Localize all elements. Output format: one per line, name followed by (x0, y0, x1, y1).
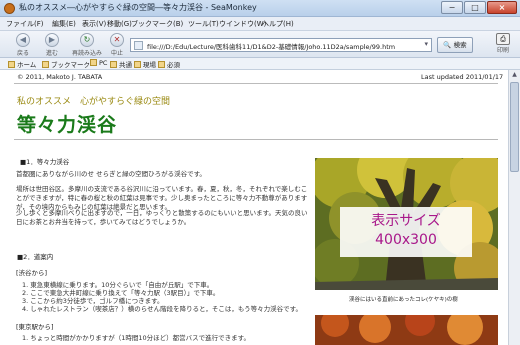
tokyo-route-list: 1. ちょっと時間がかかりますが（1時間10分ほど）都営バスで進行できます。 (22, 334, 250, 342)
menu-edit[interactable]: 編集(E) (52, 19, 76, 29)
minimize-button[interactable]: − (441, 1, 463, 14)
list-item: 1. 東急東横線に乗ります。10分ぐらいで「自由が丘駅」で下車。 (22, 281, 214, 289)
close-button[interactable]: × (487, 1, 517, 14)
subheading-from-tokyo: [東京駅から] (16, 323, 54, 331)
scroll-up-arrow-icon[interactable]: ▲ (510, 71, 519, 81)
stop-label: 中止 (110, 50, 123, 57)
navigation-toolbar: ◀ 戻る ▶ 進む ↻ 再読み込み ✕ 中止 file:///D:/Edu/Le… (0, 31, 520, 58)
maximize-button[interactable]: □ (464, 1, 486, 14)
paragraph-walk: 少し歩くと多摩川べりに出ますので，一日，ゆっくりと散策するのにもいいと思います。… (16, 209, 308, 226)
url-text[interactable]: file:///D:/Edu/Lecture/医科歯科11/D1&D2-基礎情報… (147, 41, 395, 51)
search-label: 検索 (453, 41, 467, 49)
forward-arrow-icon: ▶ (45, 33, 59, 47)
menu-bookmarks[interactable]: ブックマーク(B) (131, 19, 183, 29)
search-button[interactable]: 🔍 検索 (437, 37, 473, 53)
paragraph-location: 場所は世田谷区。多摩川の支流である谷沢川に沿っています。春，夏，秋，冬，それぞれ… (16, 185, 308, 211)
menu-bar: ファイル(F) 編集(E) 表示(V) 移動(G) ブックマーク(B) ツール(… (0, 17, 520, 31)
list-item: 4. しゃれたレストラン（喫茶店？）横のらせん階段を降りると，そこは，もう等々力… (22, 305, 303, 313)
autumn-photo-graphic (315, 315, 498, 345)
bookmark-home[interactable]: ホーム (8, 59, 36, 69)
menu-view[interactable]: 表示(V) (82, 19, 106, 29)
section-heading-1: ■1．等々力渓谷 (20, 158, 70, 166)
subheading-from-shibuya: [渋谷から] (16, 269, 48, 277)
photo-caption: 渓谷にはいる直前にあったコレ(ケヤキ)の樹 (349, 297, 458, 303)
menu-help[interactable]: ヘルプ(H) (262, 19, 294, 29)
last-updated-text: Last updated 2011/01/17 (421, 73, 504, 81)
page-title: 等々力渓谷 (17, 114, 118, 136)
home-icon (8, 61, 15, 68)
bookmark-bookmarks[interactable]: ブックマーク (42, 59, 90, 69)
autumn-leaves-photo (315, 315, 498, 345)
page-content[interactable]: © 2011, Makoto J. TABATA Last updated 20… (0, 70, 508, 345)
section-heading-2: ■2．道案内 (17, 253, 54, 261)
bookmark-pc[interactable]: PC (90, 59, 107, 67)
paragraph-intro: 首都圏にありながら川のせ せらぎと緑の空間ひろがる渓谷です。 (16, 170, 206, 178)
display-size-label: 表示サイズ (371, 213, 441, 229)
back-label: 戻る (16, 50, 29, 57)
bookmark-home-label: ホーム (17, 61, 37, 69)
back-button[interactable]: ◀ 戻る (10, 33, 36, 57)
shibuya-route-list: 1. 東急東横線に乗ります。10分ぐらいで「自由が丘駅」で下車。 2. ここで東… (22, 281, 302, 313)
bookmark-common-label: 共通 (119, 61, 132, 69)
page-icon (134, 41, 143, 50)
vertical-scrollbar[interactable]: ▲ (508, 70, 520, 345)
search-icon: 🔍 (443, 41, 452, 49)
stop-icon: ✕ (110, 33, 124, 47)
stop-button[interactable]: ✕ 中止 (104, 33, 130, 57)
window-title: 私のオススメ―心がやすらぐ緑の空間―等々力渓谷 - SeaMonkey (19, 3, 257, 12)
divider (14, 139, 498, 140)
bookmark-common[interactable]: 共通 (110, 59, 132, 69)
folder-icon (110, 61, 117, 68)
page-subtitle: 私のオススメ 心がやすらぐ緑の空間 (17, 97, 171, 107)
folder-icon (42, 61, 49, 68)
print-button[interactable]: ⎙ 印刷 (491, 33, 515, 57)
divider (14, 83, 498, 84)
scrollbar-thumb[interactable] (510, 82, 519, 172)
bookmarks-toolbar: ホーム ブックマーク PC 共通 現場 必須 (0, 58, 520, 70)
folder-icon (158, 61, 165, 68)
reload-icon: ↻ (80, 33, 94, 47)
bookmark-site-label: 現場 (143, 61, 156, 69)
back-arrow-icon: ◀ (16, 33, 30, 47)
list-item: 3. ここから約3分徒歩で，ゴルフ橋につきます。 (22, 297, 164, 305)
url-dropdown-icon[interactable]: ▾ (424, 40, 428, 48)
seamonkey-app-icon (4, 3, 15, 14)
folder-icon (134, 61, 141, 68)
browser-window: 私のオススメ―心がやすらぐ緑の空間―等々力渓谷 - SeaMonkey − □ … (0, 0, 520, 345)
forward-label: 進む (45, 50, 58, 57)
list-item: 2. ここで東急大井町線に乗り換えて「等々力駅（3駅目）」で下車。 (22, 289, 220, 297)
reload-label: 再読み込み (71, 50, 102, 57)
menu-file[interactable]: ファイル(F) (6, 19, 44, 29)
printer-icon: ⎙ (496, 33, 510, 45)
folder-icon (90, 59, 97, 66)
copyright-text: © 2011, Makoto J. TABATA (17, 73, 103, 81)
menu-go[interactable]: 移動(G) (107, 19, 132, 29)
url-bar[interactable]: file:///D:/Edu/Lecture/医科歯科11/D1&D2-基礎情報… (130, 38, 432, 52)
bookmark-site[interactable]: 現場 (134, 59, 156, 69)
menu-tools[interactable]: ツール(T) (188, 19, 219, 29)
title-bar[interactable]: 私のオススメ―心がやすらぐ緑の空間―等々力渓谷 - SeaMonkey − □ … (0, 0, 520, 17)
bookmark-required-label: 必須 (167, 61, 180, 69)
bookmark-required[interactable]: 必須 (158, 59, 180, 69)
bookmark-bookmarks-label: ブックマーク (51, 61, 90, 69)
print-label: 印刷 (496, 47, 509, 54)
menu-window[interactable]: ウインドウ(W) (219, 19, 266, 29)
list-item: 1. ちょっと時間がかかりますが（1時間10分ほど）都営バスで進行できます。 (22, 334, 251, 342)
bookmark-pc-label: PC (99, 59, 108, 67)
forward-button[interactable]: ▶ 進む (39, 33, 65, 57)
reload-button[interactable]: ↻ 再読み込み (70, 33, 104, 57)
display-size-value: 400x300 (375, 232, 437, 248)
